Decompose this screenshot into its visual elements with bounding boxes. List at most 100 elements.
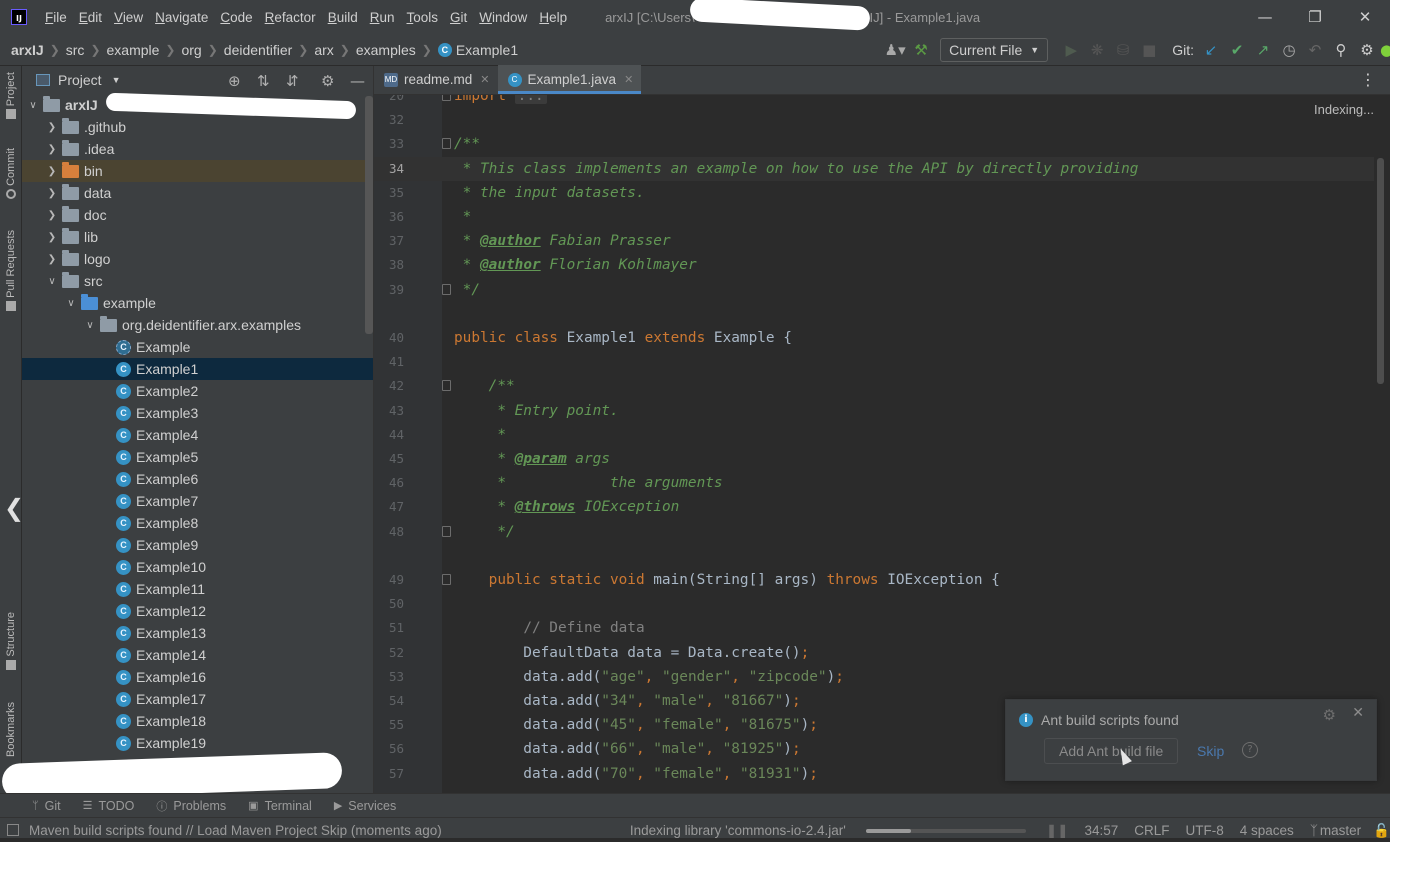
tree-item[interactable]: ∨ org.deidentifier.arx.examples [22,314,373,336]
status-toggle-icon[interactable] [7,824,19,836]
chevron-right-icon[interactable]: ❯ [45,144,59,155]
tree-item[interactable]: C Example19 [22,732,373,754]
tree-item[interactable]: C Example10 [22,556,373,578]
coverage-icon[interactable]: ⛁ [1110,41,1136,59]
tab-commit[interactable]: Commit [0,148,22,199]
tree-item[interactable]: ❯ doc [22,204,373,226]
fold-marker-icon[interactable] [442,525,451,537]
editor-scrollbar[interactable] [1377,158,1384,384]
collapse-all-icon[interactable]: ⇵ [286,72,299,90]
tree-item[interactable]: C Example11 [22,578,373,600]
tree-item[interactable]: ∨ src [22,270,373,292]
tree-item[interactable]: ❯ .github [22,116,373,138]
tree-item[interactable]: C Example4 [22,424,373,446]
menu-navigate[interactable]: Navigate [151,10,216,25]
breadcrumb-item[interactable]: deidentifier [224,42,297,58]
breadcrumb-item[interactable]: org [181,42,205,58]
breadcrumb-item[interactable]: example [107,42,164,58]
code-line[interactable]: 53 data.add("age", "gender", "zipcode"); [374,665,1374,689]
breadcrumb-item[interactable]: arxIJ [11,42,48,58]
tool-tab-services[interactable]: ▶ Services [334,799,396,813]
tree-item[interactable]: ❯ lib [22,226,373,248]
close-icon[interactable]: ✕ [1352,705,1364,721]
history-icon[interactable]: ◷ [1276,41,1302,59]
tree-item[interactable]: C Example7 [22,490,373,512]
debug-icon[interactable]: ❋ [1084,41,1110,59]
tab-bookmarks[interactable]: Bookmarks [0,702,22,757]
close-icon[interactable]: ✕ [480,73,489,86]
chevron-right-icon[interactable]: ❯ [45,122,59,133]
tree-item[interactable]: C Example [22,336,373,358]
fold-marker-icon[interactable] [442,380,451,392]
breadcrumb-item[interactable]: Example1 [456,42,522,58]
close-icon[interactable]: ✕ [1340,0,1390,34]
code-line[interactable]: 38 * @author Florian Kohlmayer [374,253,1374,277]
chevron-right-icon[interactable]: ❯ [45,232,59,243]
line-separator[interactable]: CRLF [1134,823,1169,838]
menu-refactor[interactable]: Refactor [261,10,324,25]
tree-item[interactable]: C Example8 [22,512,373,534]
run-configuration-select[interactable]: Current File ▼ [940,38,1049,62]
breadcrumb-item[interactable]: src [66,42,89,58]
chevron-right-icon[interactable]: ❯ [45,188,59,199]
menu-edit[interactable]: Edit [75,10,110,25]
user-icon[interactable]: ♟▾ [882,41,908,59]
tree-item[interactable]: C Example1 [22,358,373,380]
tree-item[interactable]: C Example2 [22,380,373,402]
gear-icon[interactable]: ⚙ [321,72,334,90]
rollback-icon[interactable]: ↶ [1302,41,1328,59]
locate-file-icon[interactable]: ⊕ [228,72,241,90]
chevron-down-icon[interactable]: ∨ [45,276,59,287]
skip-link[interactable]: Skip [1197,743,1224,759]
menu-code[interactable]: Code [216,10,260,25]
tab-structure[interactable]: Structure [0,612,22,670]
breadcrumb-item[interactable]: examples [356,42,420,58]
tree-item[interactable]: C Example9 [22,534,373,556]
chevron-down-icon[interactable]: ∨ [64,298,78,309]
tree-item[interactable]: ❯ .idea [22,138,373,160]
tree-item[interactable]: C Example6 [22,468,373,490]
intellij-logo-icon[interactable]: IJ [11,9,27,25]
hammer-icon[interactable]: ⚒ [908,41,934,59]
file-encoding[interactable]: UTF-8 [1186,823,1224,838]
chevron-down-icon[interactable]: ∨ [26,100,40,111]
code-line[interactable]: 45 * @param args [374,447,1374,471]
code-line[interactable]: 20 import ... [374,95,1374,108]
code-line[interactable]: 34 * This class implements an example on… [374,156,1374,181]
code-line[interactable]: 35 * the input datasets. [374,181,1374,205]
fold-marker-icon[interactable] [442,283,451,295]
caret-position[interactable]: 34:57 [1084,823,1118,838]
plugin-status-icon[interactable]: ● [1380,41,1390,59]
tree-item[interactable]: C Example5 [22,446,373,468]
minimize-icon[interactable]: — [1240,0,1290,34]
code-line[interactable]: 37 * @author Fabian Prasser [374,229,1374,253]
project-scrollbar[interactable] [365,96,373,334]
tree-item[interactable]: C Example18 [22,710,373,732]
tree-item[interactable]: C Example17 [22,688,373,710]
code-line[interactable]: 49 public static void main(String[] args… [374,568,1374,592]
chevron-right-icon[interactable]: ❯ [45,210,59,221]
git-branch[interactable]: master [1320,823,1361,838]
project-view-selector[interactable]: Project ▼ [36,72,121,88]
settings-icon[interactable]: ⚙ [1354,41,1380,59]
chevron-right-icon[interactable]: ❯ [45,254,59,265]
tool-tab-problems[interactable]: ⓘ Problems [156,798,226,814]
menu-file[interactable]: File [41,10,75,25]
tree-item[interactable]: ❯ data [22,182,373,204]
tree-item[interactable]: C Example16 [22,666,373,688]
code-line[interactable]: 32 [374,108,1374,132]
tree-item[interactable]: ❯ bin [22,160,373,182]
code-line[interactable]: 51 // Define data [374,616,1374,640]
code-line[interactable]: 50 [374,592,1374,616]
code-line[interactable]: 33 /** [374,132,1374,156]
tool-tab-git[interactable]: ᛘ Git [32,799,61,813]
fold-marker-icon[interactable] [442,574,451,585]
fold-marker-icon[interactable] [442,138,451,150]
lock-icon[interactable]: 🔓 [1373,823,1390,839]
add-ant-build-file-button[interactable]: Add Ant build file [1044,738,1179,764]
close-icon[interactable]: ✕ [624,73,633,86]
git-commit-icon[interactable]: ✔ [1224,41,1250,59]
code-line[interactable]: 52 DefaultData data = Data.create(); [374,641,1374,665]
code-line[interactable] [374,302,1374,326]
tab-readme[interactable]: MD readme.md ✕ [374,65,498,94]
